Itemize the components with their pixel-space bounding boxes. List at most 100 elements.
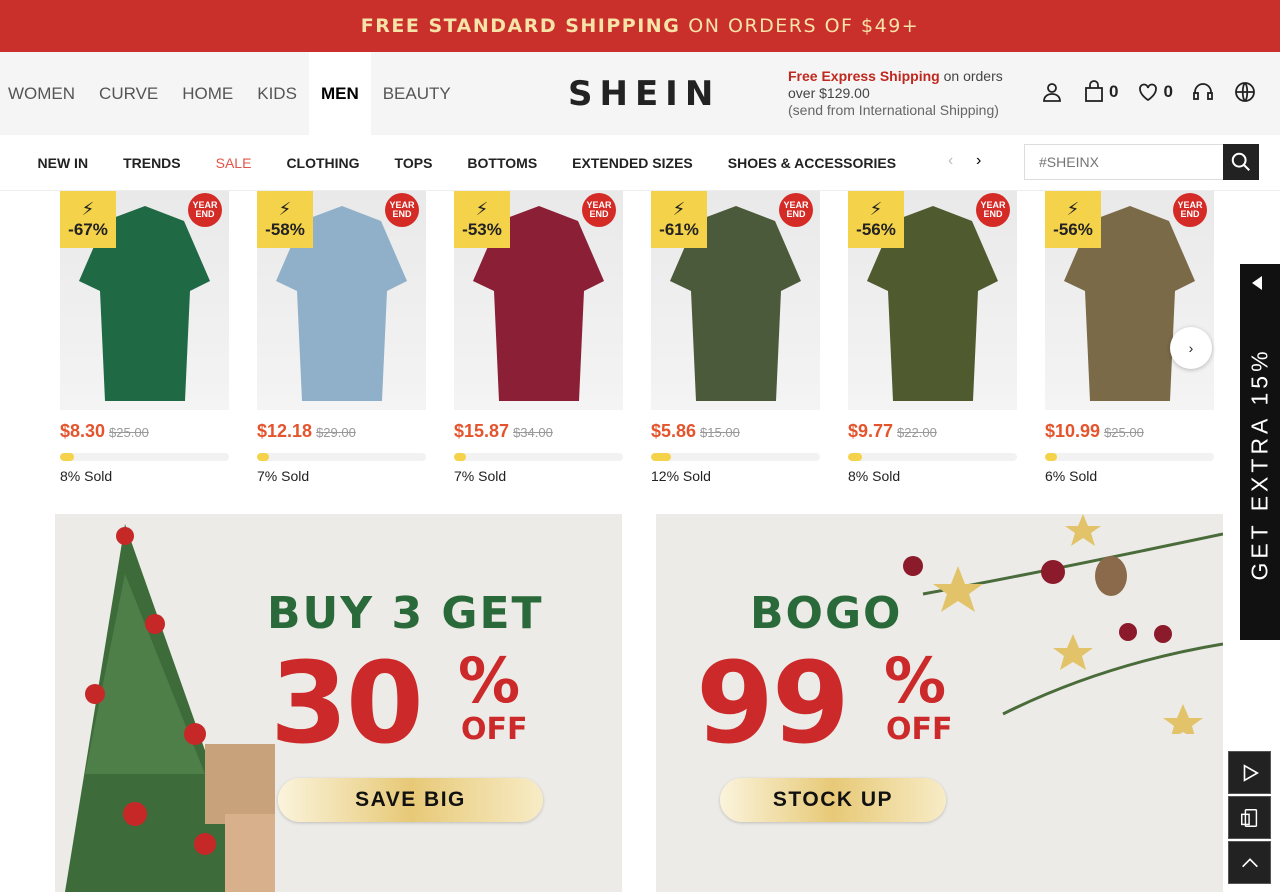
- shipping-info[interactable]: Free Express Shipping on orders over $12…: [788, 68, 1018, 119]
- banner-bogo99[interactable]: BOGO 99 % OFF STOCK UP: [656, 514, 1223, 892]
- subnav-new-in[interactable]: NEW IN: [20, 155, 106, 171]
- extra-discount-tab[interactable]: GET EXTRA 15%: [1240, 264, 1280, 640]
- header-icons: 0 0: [1040, 80, 1275, 104]
- sold-text: 12% Sold: [651, 468, 711, 484]
- discount-text: -61%: [659, 219, 699, 239]
- shipping-highlight: Free Express Shipping: [788, 68, 940, 84]
- cart-count: 0: [1109, 82, 1119, 101]
- year-end-badge: YEAR END: [976, 193, 1010, 227]
- product-card[interactable]: ⚡ -61% YEAR END $5.86 $15.00 12% Sold: [651, 191, 820, 484]
- sold-progress-bar: [651, 453, 820, 461]
- original-price: $25.00: [109, 425, 149, 440]
- category-women[interactable]: WOMEN: [0, 52, 87, 135]
- stock-up-button[interactable]: STOCK UP: [720, 778, 946, 822]
- subnav-tops[interactable]: TOPS: [377, 155, 450, 171]
- heart-icon: [1139, 83, 1158, 102]
- subnav-clothing[interactable]: CLOTHING: [269, 155, 377, 171]
- discount-text: -53%: [462, 219, 502, 239]
- search-icon: [1231, 152, 1251, 171]
- user-icon[interactable]: [1040, 80, 1064, 104]
- product-image[interactable]: ⚡ -53% YEAR END: [454, 191, 623, 410]
- mobile-icon: [1240, 808, 1257, 827]
- product-card[interactable]: ⚡ -67% YEAR END $8.30 $25.00 8% Sold: [60, 191, 229, 484]
- shipping-line2: over $129.00: [788, 85, 870, 101]
- discount-badge: ⚡ -56%: [1045, 191, 1101, 248]
- sold-text: 6% Sold: [1045, 468, 1098, 484]
- bag-icon: [1085, 80, 1103, 102]
- discount-badge: ⚡ -56%: [848, 191, 904, 248]
- sale-price: $15.87: [454, 421, 510, 441]
- subnav-trends[interactable]: TRENDS: [106, 155, 199, 171]
- year-end-badge: YEAR END: [385, 193, 419, 227]
- original-price: $15.00: [700, 425, 740, 440]
- header: WOMEN CURVE HOME KIDS MEN BEAUTY SHEIN F…: [0, 52, 1280, 135]
- product-image[interactable]: ⚡ -61% YEAR END: [651, 191, 820, 410]
- chevron-right-icon[interactable]: ›: [976, 152, 981, 170]
- product-image[interactable]: ⚡ -56% YEAR END: [1045, 191, 1214, 410]
- subnav-sale[interactable]: SALE: [198, 155, 269, 171]
- lightning-icon: ⚡: [869, 198, 883, 219]
- original-price: $25.00: [1104, 425, 1144, 440]
- original-price: $22.00: [897, 425, 937, 440]
- discount-badge: ⚡ -61%: [651, 191, 707, 248]
- banner1-percent-sign: %: [458, 644, 521, 717]
- category-nav: WOMEN CURVE HOME KIDS MEN BEAUTY: [0, 52, 463, 135]
- product-card[interactable]: ⚡ -58% YEAR END $12.18 $29.00 7% Sold: [257, 191, 426, 484]
- lightning-icon: ⚡: [475, 198, 489, 219]
- promo-banner[interactable]: FREE STANDARD SHIPPING ON ORDERS OF $49+: [0, 0, 1280, 52]
- sold-text: 7% Sold: [257, 468, 310, 484]
- product-card[interactable]: ⚡ -56% YEAR END $9.77 $22.00 8% Sold: [848, 191, 1017, 484]
- banner2-headline: BOGO: [750, 588, 903, 639]
- sale-price: $8.30: [60, 421, 106, 441]
- search-button[interactable]: [1223, 144, 1259, 180]
- video-button[interactable]: [1228, 751, 1271, 794]
- category-curve[interactable]: CURVE: [87, 52, 170, 135]
- discount-badge: ⚡ -58%: [257, 191, 313, 248]
- search-box: [1024, 144, 1259, 180]
- category-beauty[interactable]: BEAUTY: [371, 52, 463, 135]
- category-kids[interactable]: KIDS: [245, 52, 309, 135]
- chevron-up-icon: [1241, 857, 1258, 867]
- category-home[interactable]: HOME: [170, 52, 245, 135]
- chevron-left-icon[interactable]: ‹: [948, 152, 953, 170]
- year-end-badge: YEAR END: [582, 193, 616, 227]
- original-price: $29.00: [316, 425, 356, 440]
- subnav-shoes-accessories[interactable]: SHOES & ACCESSORIES: [710, 155, 913, 171]
- product-card[interactable]: ⚡ -53% YEAR END $15.87 $34.00 7% Sold: [454, 191, 623, 484]
- category-men[interactable]: MEN: [308, 52, 371, 135]
- banner1-headline: BUY 3 GET: [267, 588, 544, 639]
- triangle-left-icon: [1252, 276, 1262, 290]
- discount-text: -56%: [1053, 219, 1093, 239]
- christmas-tree-icon: [65, 524, 275, 892]
- sold-progress-bar: [1045, 453, 1214, 461]
- banner2-percent-sign: %: [884, 644, 947, 717]
- discount-text: -56%: [856, 219, 896, 239]
- subnav-bottoms[interactable]: BOTTOMS: [450, 155, 555, 171]
- play-icon: [1243, 763, 1259, 782]
- headset-icon[interactable]: [1191, 80, 1215, 104]
- search-input[interactable]: [1024, 144, 1224, 180]
- product-image[interactable]: ⚡ -67% YEAR END: [60, 191, 229, 410]
- year-end-badge: YEAR END: [779, 193, 813, 227]
- banner2-percent: 99: [696, 639, 850, 769]
- shein-logo[interactable]: SHEIN: [568, 74, 720, 114]
- product-image[interactable]: ⚡ -56% YEAR END: [848, 191, 1017, 410]
- wishlist-button[interactable]: 0: [1136, 80, 1173, 104]
- wishlist-count: 0: [1163, 82, 1173, 101]
- back-to-top-button[interactable]: [1228, 841, 1271, 884]
- banner1-percent: 30: [270, 639, 424, 769]
- banner-buy3get30[interactable]: BUY 3 GET 30 % OFF SAVE BIG: [55, 514, 622, 892]
- carousel-next-button[interactable]: ›: [1170, 327, 1212, 369]
- sold-progress-fill: [1045, 453, 1057, 461]
- cart-button[interactable]: 0: [1082, 80, 1118, 104]
- discount-badge: ⚡ -53%: [454, 191, 510, 248]
- app-download-button[interactable]: [1228, 796, 1271, 839]
- subnav-extended-sizes[interactable]: EXTENDED SIZES: [555, 155, 711, 171]
- globe-icon[interactable]: [1233, 80, 1257, 104]
- sale-price: $9.77: [848, 421, 894, 441]
- product-image[interactable]: ⚡ -58% YEAR END: [257, 191, 426, 410]
- save-big-button[interactable]: SAVE BIG: [278, 778, 543, 822]
- sold-progress-bar: [454, 453, 623, 461]
- promo-rest-text: ON ORDERS OF $49+: [688, 15, 920, 37]
- sold-text: 7% Sold: [454, 468, 507, 484]
